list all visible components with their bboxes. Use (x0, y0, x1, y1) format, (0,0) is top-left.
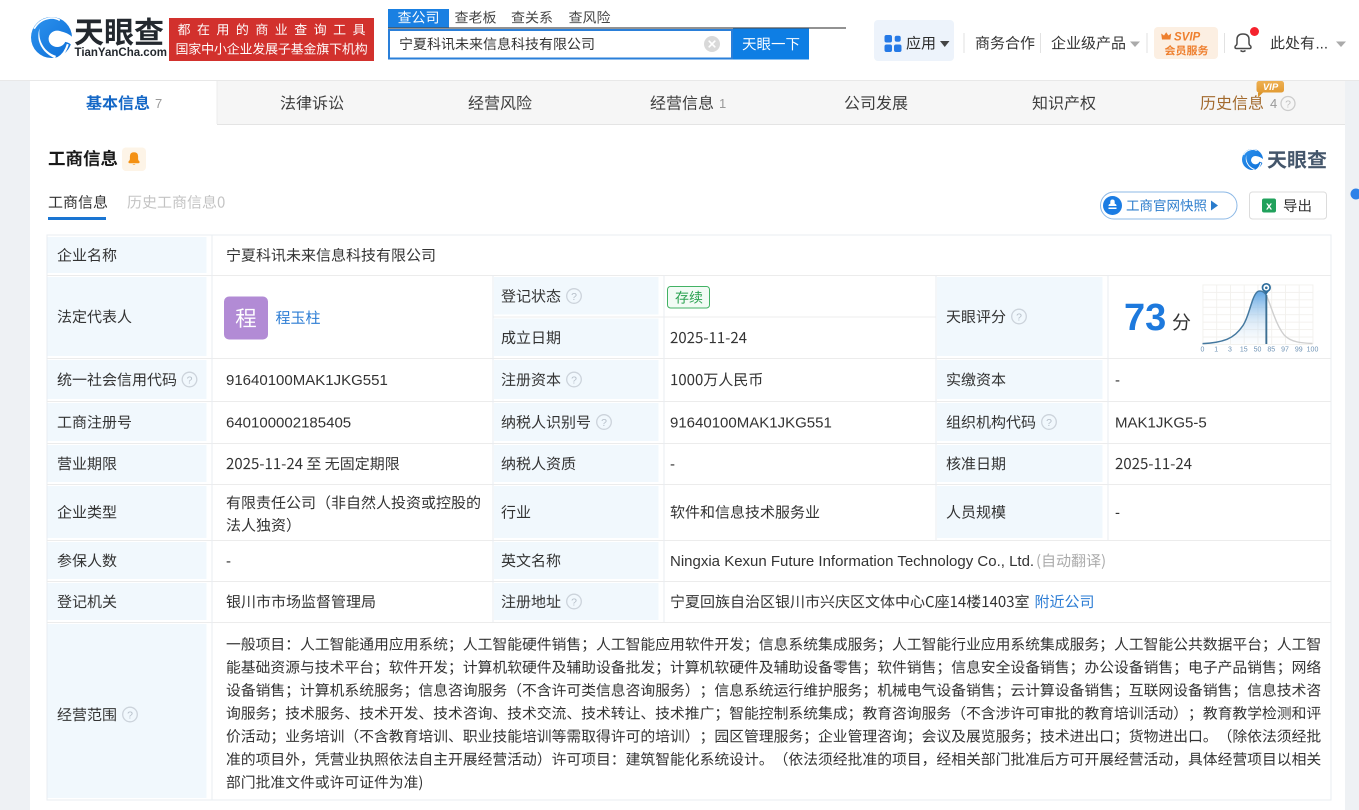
svg-text:?: ? (1016, 312, 1022, 324)
svg-text:91640100MAK1JKG551: 91640100MAK1JKG551 (670, 414, 832, 431)
svg-text:?: ? (187, 375, 193, 387)
svg-text:91640100MAK1JKG551: 91640100MAK1JKG551 (226, 372, 388, 389)
svg-text:-: - (1115, 372, 1120, 389)
svg-text:?: ? (571, 291, 577, 303)
svg-text:3: 3 (1228, 346, 1232, 353)
svg-text:MAK1JKG5-5: MAK1JKG5-5 (1115, 414, 1207, 431)
svg-text:?: ? (571, 597, 577, 609)
svg-text:x: x (1266, 201, 1273, 213)
svg-text:SVIP: SVIP (1174, 32, 1201, 44)
svg-text:7: 7 (155, 96, 162, 111)
svg-text:99: 99 (1295, 346, 1303, 353)
svg-text:?: ? (1046, 417, 1052, 429)
svg-text:640100002185405: 640100002185405 (226, 414, 351, 431)
svg-text:100: 100 (1307, 346, 1319, 353)
svg-text:-: - (226, 553, 231, 570)
svg-text:?: ? (1285, 98, 1291, 110)
svg-text:...: ... (1316, 35, 1329, 52)
svg-text:-: - (1115, 504, 1120, 521)
svg-text:-: - (670, 456, 675, 473)
svg-text:50: 50 (1254, 346, 1262, 353)
svg-text:1: 1 (1214, 346, 1218, 353)
svg-text:85: 85 (1267, 346, 1275, 353)
svg-text:TianYanCha.com: TianYanCha.com (75, 47, 167, 59)
svg-text:73: 73 (1124, 297, 1166, 339)
svg-text:?: ? (601, 417, 607, 429)
svg-text:4: 4 (1270, 96, 1277, 111)
svg-text:VIP: VIP (1263, 82, 1279, 93)
svg-text:?: ? (571, 375, 577, 387)
svg-text:?: ? (127, 710, 133, 722)
svg-text:0: 0 (1201, 346, 1205, 353)
svg-text:1: 1 (719, 96, 726, 111)
svg-text:97: 97 (1281, 346, 1289, 353)
svg-text:15: 15 (1240, 346, 1248, 353)
svg-text:Ningxia Kexun Future Informati: Ningxia Kexun Future Information Technol… (670, 553, 1034, 570)
